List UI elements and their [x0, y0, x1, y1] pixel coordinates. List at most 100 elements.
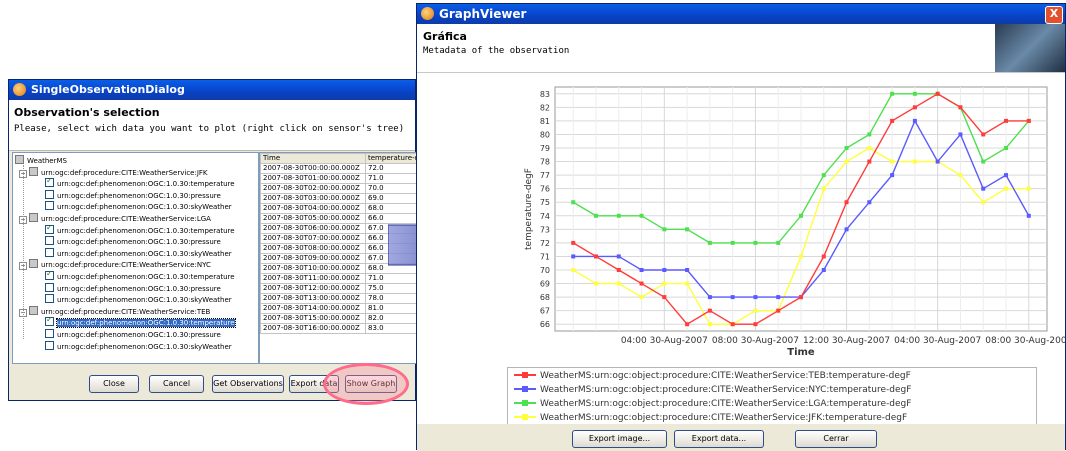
- tree-phenomenon-node[interactable]: urn:ogc:def:phenomenon:OGC:1.0.30:skyWea…: [45, 201, 232, 212]
- y-tick-label: 66: [540, 320, 550, 329]
- time-cell: 2007-08-30T01:00:00.000Z: [260, 173, 366, 184]
- phenomenon-checkbox[interactable]: [45, 236, 54, 246]
- phenomenon-checkbox[interactable]: [45, 294, 54, 304]
- legend: WeatherMS:urn:ogc:object:procedure:CITE:…: [507, 367, 1037, 425]
- time-cell: 2007-08-30T04:00:00.000Z: [260, 203, 366, 214]
- data-point: [1026, 118, 1031, 123]
- data-point: [1004, 173, 1008, 178]
- table-row[interactable]: 2007-08-30T02:00:00.000Z 70.0: [260, 183, 417, 194]
- table-row[interactable]: 2007-08-30T15:00:00.000Z 82.0: [260, 313, 417, 324]
- data-point: [685, 281, 690, 286]
- tree-phenomenon-node[interactable]: urn:ogc:def:phenomenon:OGC:1.0.30:temper…: [45, 315, 236, 329]
- temperature-cell: 82.0: [365, 313, 417, 324]
- y-tick-label: 68: [540, 293, 550, 302]
- x-tick-label: 04:00 30-Aug-2007: [894, 336, 981, 346]
- data-point: [776, 308, 781, 313]
- table-row[interactable]: 2007-08-30T16:00:00.000Z 83.0: [260, 323, 417, 334]
- viewer-titlebar[interactable]: GraphViewer X: [417, 4, 1065, 24]
- phenomenon-checkbox[interactable]: [45, 329, 54, 338]
- temperature-cell: 83.0: [365, 323, 417, 334]
- tree-node-label: urn:ogc:def:procedure:CITE:WeatherServic…: [41, 168, 208, 177]
- y-tick-label: 76: [540, 185, 550, 194]
- y-tick-label: 78: [540, 158, 550, 167]
- temperature-chart: 66 67 68 69 70 71 72 73 74 75 76 77 78 79 80 81 82 83 04:0…: [524, 86, 1065, 358]
- data-point: [912, 159, 917, 164]
- phenomenon-checkbox[interactable]: [45, 247, 54, 257]
- column-header-time[interactable]: Time: [260, 153, 366, 164]
- data-point: [571, 240, 576, 245]
- cancel-button[interactable]: Cancel: [149, 375, 204, 393]
- y-tick-label: 81: [540, 117, 550, 126]
- time-cell: 2007-08-30T15:00:00.000Z: [260, 313, 366, 324]
- data-point: [935, 91, 940, 96]
- legend-marker: [514, 399, 536, 407]
- data-point: [639, 268, 644, 272]
- close-button[interactable]: Close: [89, 375, 139, 393]
- phenomenon-checkbox[interactable]: [45, 282, 54, 292]
- data-point: [844, 146, 849, 150]
- y-tick-label: 71: [540, 252, 550, 261]
- data-point: [981, 132, 986, 137]
- tree-node-label: urn:ogc:def:phenomenon:OGC:1.0.30:temper…: [57, 180, 235, 189]
- tree-node-label: urn:ogc:def:phenomenon:OGC:1.0.30:temper…: [56, 318, 236, 329]
- y-tick-label: 79: [540, 144, 550, 153]
- legend-item: WeatherMS:urn:ogc:object:procedure:CITE:…: [514, 411, 1030, 425]
- tree-phenomenon-node[interactable]: urn:ogc:def:phenomenon:OGC:1.0.30:temper…: [45, 269, 235, 282]
- export-image-button[interactable]: Export image...: [572, 430, 667, 448]
- data-point: [639, 295, 644, 300]
- tree-phenomenon-node[interactable]: urn:ogc:def:phenomenon:OGC:1.0.30:pressu…: [45, 329, 221, 340]
- data-point: [799, 213, 803, 218]
- tree-phenomenon-node[interactable]: urn:ogc:def:phenomenon:OGC:1.0.30:temper…: [45, 176, 235, 189]
- column-header-temperature[interactable]: temperature-degF: [365, 153, 417, 164]
- phenomenon-checkbox[interactable]: [45, 223, 54, 234]
- phenomenon-checkbox[interactable]: [45, 176, 54, 188]
- data-point: [890, 91, 895, 96]
- viewer-title: GraphViewer: [439, 7, 527, 21]
- table-row[interactable]: 2007-08-30T00:00:00.000Z 72.0: [260, 163, 417, 174]
- phenomenon-checkbox[interactable]: [45, 201, 54, 211]
- legend-marker: [514, 385, 536, 393]
- time-cell: 2007-08-30T09:00:00.000Z: [260, 253, 366, 264]
- legend-marker: [514, 413, 536, 421]
- time-cell: 2007-08-30T00:00:00.000Z: [260, 163, 366, 174]
- phenomenon-checkbox[interactable]: [45, 340, 54, 350]
- tree-phenomenon-node[interactable]: urn:ogc:def:phenomenon:OGC:1.0.30:skyWea…: [45, 340, 232, 352]
- sensor-tree[interactable]: WeatherMS − urn:ogc:def:procedure:CITE:Wea…: [12, 152, 259, 364]
- y-tick-label: 83: [540, 90, 550, 99]
- data-point: [821, 186, 826, 191]
- data-point: [594, 254, 598, 259]
- close-icon[interactable]: X: [1045, 6, 1063, 24]
- legend-label: WeatherMS:urn:ogc:object:procedure:CITE:…: [540, 385, 912, 395]
- cerrar-button[interactable]: Cerrar: [795, 430, 877, 448]
- table-row[interactable]: 2007-08-30T01:00:00.000Z 71.0: [260, 173, 417, 184]
- time-cell: 2007-08-30T10:00:00.000Z: [260, 263, 366, 274]
- tree-phenomenon-node[interactable]: urn:ogc:def:phenomenon:OGC:1.0.30:skyWea…: [45, 247, 232, 259]
- tree-phenomenon-node[interactable]: urn:ogc:def:phenomenon:OGC:1.0.30:pressu…: [45, 189, 221, 201]
- tree-node-label: urn:ogc:def:phenomenon:OGC:1.0.30:skyWea…: [57, 249, 232, 258]
- phenomenon-checkbox[interactable]: [45, 315, 54, 327]
- tree-node-label: urn:ogc:def:phenomenon:OGC:1.0.30:temper…: [57, 273, 235, 281]
- data-point: [912, 91, 917, 96]
- tree-phenomenon-node[interactable]: urn:ogc:def:phenomenon:OGC:1.0.30:pressu…: [45, 236, 221, 247]
- temperature-cell: 72.0: [365, 163, 417, 174]
- tree-node-label: urn:ogc:def:phenomenon:OGC:1.0.30:pressu…: [57, 238, 221, 247]
- phenomenon-checkbox[interactable]: [45, 189, 54, 199]
- export-data-button[interactable]: Export data...: [674, 430, 764, 448]
- phenomenon-checkbox[interactable]: [45, 269, 54, 280]
- y-tick-label: 72: [540, 239, 550, 248]
- tree-phenomenon-node[interactable]: urn:ogc:def:phenomenon:OGC:1.0.30:skyWea…: [45, 294, 232, 305]
- data-point: [594, 281, 598, 286]
- dialog-heading: Observation's selection: [14, 106, 160, 119]
- data-point: [662, 268, 667, 272]
- tree-node-label: urn:ogc:def:phenomenon:OGC:1.0.30:skyWea…: [57, 342, 232, 351]
- data-point: [821, 268, 826, 272]
- dialog-titlebar[interactable]: SingleObservationDialog: [9, 80, 415, 100]
- time-cell: 2007-08-30T07:00:00.000Z: [260, 233, 366, 244]
- tree-phenomenon-node[interactable]: urn:ogc:def:phenomenon:OGC:1.0.30:temper…: [45, 223, 235, 236]
- tree-phenomenon-node[interactable]: urn:ogc:def:phenomenon:OGC:1.0.30:pressu…: [45, 282, 221, 294]
- legend-item: WeatherMS:urn:ogc:object:procedure:CITE:…: [514, 397, 1030, 411]
- y-axis-label: temperature-degF: [524, 168, 534, 250]
- get-observations-button[interactable]: Get Observations: [212, 375, 284, 393]
- tree-guide-line: [23, 165, 24, 339]
- tree-node-label: urn:ogc:def:procedure:CITE:WeatherServic…: [41, 261, 211, 270]
